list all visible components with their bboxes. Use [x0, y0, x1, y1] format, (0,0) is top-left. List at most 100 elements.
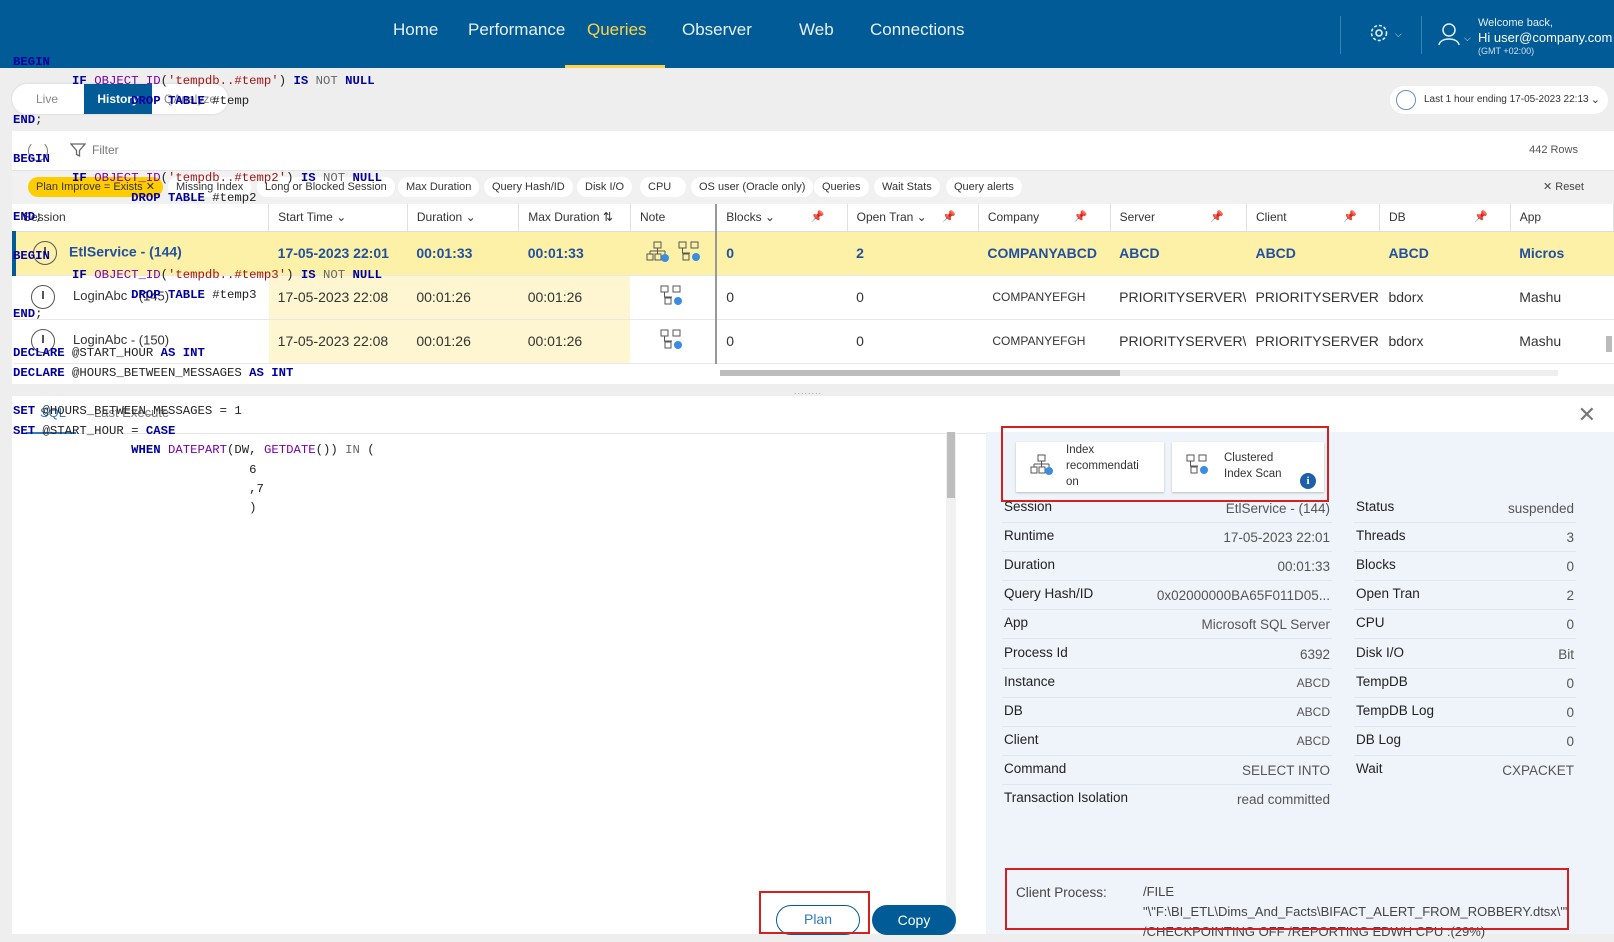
- copy-button[interactable]: Copy: [872, 905, 956, 935]
- detail-label: Transaction Isolation: [1004, 790, 1129, 805]
- sql-token: (: [359, 443, 375, 458]
- nav-performance[interactable]: Performance: [468, 20, 565, 40]
- close-icon[interactable]: ✕: [1578, 402, 1596, 428]
- col-duration[interactable]: Duration ⌄: [407, 204, 520, 232]
- detail-value: 0x02000000BA65F011D05...: [1156, 588, 1330, 604]
- pin-icon[interactable]: 📌: [1210, 210, 1224, 223]
- sql-token: OBJECT_ID: [94, 74, 161, 89]
- pin-icon[interactable]: 📌: [1074, 210, 1088, 223]
- highlight-box: [759, 891, 870, 934]
- chevron-down-icon[interactable]: ⌵: [1395, 29, 1402, 40]
- settings-gear-icon[interactable]: [1368, 22, 1390, 44]
- scrollbar-thumb[interactable]: [1606, 336, 1612, 352]
- clustered-index-scan-icon[interactable]: [660, 329, 684, 351]
- user-greeting[interactable]: Hi user@company.com: [1478, 30, 1612, 45]
- vertical-scrollbar[interactable]: [1606, 236, 1612, 354]
- col-open-tran[interactable]: Open Tran ⌄ 📌: [847, 204, 979, 232]
- horizontal-scrollbar[interactable]: [720, 370, 1558, 376]
- sql-token: ;: [35, 113, 43, 128]
- detail-label: DB Log: [1356, 731, 1402, 747]
- chip-queries[interactable]: Queries: [814, 177, 869, 197]
- sql-token: NOT: [315, 74, 346, 89]
- chip-max-duration[interactable]: Max Duration: [398, 177, 480, 197]
- chip-cpu[interactable]: CPU: [640, 177, 686, 197]
- nav-home[interactable]: Home: [393, 20, 438, 40]
- sql-token: #temp2: [212, 190, 257, 205]
- blocks-cell: 0: [716, 319, 848, 364]
- chevron-down-icon: ⌄: [465, 210, 476, 225]
- chevron-down-icon[interactable]: ⌵: [1464, 33, 1471, 44]
- nav-connections[interactable]: Connections: [870, 20, 965, 40]
- reset-label: Reset: [1555, 181, 1584, 193]
- sql-token: 'tempdb..#temp2': [168, 171, 287, 186]
- reset-button[interactable]: ✕ Reset: [1543, 180, 1584, 193]
- col-app[interactable]: App: [1510, 204, 1614, 232]
- chip-disk-io[interactable]: Disk I/O: [577, 177, 633, 197]
- nav-active-indicator: [565, 65, 665, 68]
- row-divider: [1354, 609, 1576, 611]
- col-server[interactable]: Server 📌: [1110, 204, 1247, 232]
- time-range-picker[interactable]: Last 1 hour ending 17-05-2023 22:13 ⌄: [1390, 86, 1608, 114]
- chevron-down-icon: ⌄: [916, 210, 927, 225]
- server-cell: PRIORITYSERVER\: [1110, 275, 1247, 320]
- sql-token: CASE: [145, 423, 176, 438]
- nav-queries[interactable]: Queries: [587, 20, 647, 40]
- sql-token: IF: [72, 171, 95, 186]
- scrollbar-thumb[interactable]: [947, 432, 955, 498]
- col-blocks[interactable]: Blocks ⌄ 📌: [716, 204, 848, 232]
- col-label: Blocks: [726, 210, 762, 225]
- chip-os-user[interactable]: OS user (Oracle only): [691, 177, 814, 197]
- app-cell: Mashu: [1510, 275, 1614, 320]
- scrollbar-thumb[interactable]: [720, 370, 1120, 376]
- detail-value: 0: [1566, 559, 1574, 575]
- clustered-index-scan-icon[interactable]: [678, 241, 702, 263]
- chip-query-alerts[interactable]: Query alerts: [946, 177, 1022, 197]
- row-divider: [1002, 754, 1332, 756]
- col-max-duration[interactable]: Max Duration ⇅: [518, 204, 631, 232]
- row-divider: [1002, 696, 1332, 698]
- detail-value: Bit: [1558, 646, 1574, 662]
- sql-token: DECLARE: [13, 365, 73, 380]
- pin-icon[interactable]: 📌: [1474, 210, 1488, 223]
- chip-wait-stats[interactable]: Wait Stats: [874, 177, 940, 197]
- sql-code-viewer[interactable]: BEGIN IF OBJECT_ID('tempdb..#temp') IS N…: [13, 53, 382, 519]
- pin-icon[interactable]: 📌: [1343, 210, 1357, 223]
- col-db[interactable]: DB 📌: [1379, 204, 1511, 232]
- pin-icon[interactable]: 📌: [811, 210, 825, 223]
- col-label: Open Tran: [856, 210, 914, 225]
- chip-query-hash[interactable]: Query Hash/ID: [484, 177, 573, 197]
- detail-value: suspended: [1507, 501, 1574, 516]
- code-scrollbar[interactable]: [946, 432, 956, 932]
- nav-web[interactable]: Web: [799, 20, 834, 40]
- sql-token: ,7: [249, 481, 264, 496]
- col-company[interactable]: Company 📌: [978, 204, 1111, 232]
- sql-token: ): [286, 171, 301, 186]
- row-divider: [1354, 725, 1576, 727]
- detail-value: EtlService - (144): [1225, 501, 1330, 516]
- pin-icon[interactable]: 📌: [942, 210, 956, 223]
- index-recommendation-icon[interactable]: [646, 241, 670, 263]
- row-divider: [1354, 667, 1576, 669]
- col-label: Max Duration: [528, 210, 600, 225]
- duration-cell: 00:01:26: [407, 275, 519, 320]
- sql-token: (: [160, 268, 168, 283]
- user-avatar-icon[interactable]: [1438, 22, 1464, 46]
- note-cell: [630, 319, 718, 364]
- detail-label: Open Tran: [1356, 586, 1420, 602]
- nav-observer[interactable]: Observer: [682, 20, 752, 40]
- col-label: Client: [1255, 210, 1287, 225]
- row-divider: [1002, 609, 1332, 611]
- col-client[interactable]: Client 📌: [1246, 204, 1380, 232]
- detail-value: ABCD: [1296, 733, 1330, 748]
- sort-icon: ⇅: [602, 210, 613, 225]
- sql-token: IS: [300, 171, 323, 186]
- detail-label: CPU: [1356, 615, 1385, 631]
- col-note[interactable]: Note: [630, 204, 718, 232]
- sql-token: IF: [72, 74, 95, 89]
- sql-token: WHEN: [131, 443, 168, 458]
- clustered-index-scan-icon[interactable]: [660, 285, 684, 307]
